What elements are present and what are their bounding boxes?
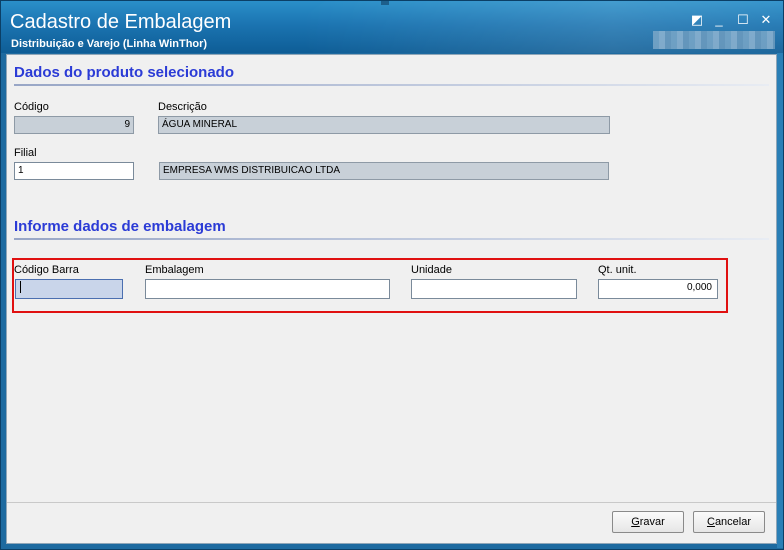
minimize-icon[interactable]: _	[711, 13, 727, 27]
descricao-label: Descrição	[158, 101, 207, 113]
filial-input[interactable]: 1	[14, 162, 134, 180]
title-bar[interactable]: Cadastro de Embalagem Distribuição e Var…	[1, 1, 783, 53]
section-title-embalagem: Informe dados de embalagem	[14, 218, 226, 235]
text-cursor	[20, 281, 21, 294]
redacted-info	[653, 31, 775, 49]
section-divider	[14, 238, 769, 240]
embalagem-input[interactable]	[145, 279, 390, 299]
window-edge	[777, 53, 783, 548]
filial-label: Filial	[14, 147, 37, 159]
title-grip	[381, 1, 389, 5]
section-divider	[14, 84, 769, 86]
cancelar-button[interactable]: Cancelar	[693, 511, 765, 533]
gravar-button[interactable]: Gravar	[612, 511, 684, 533]
section-title-produto: Dados do produto selecionado	[14, 64, 235, 81]
codigo-label: Código	[14, 101, 49, 113]
restore-icon[interactable]: ◩	[689, 13, 705, 27]
window-title: Cadastro de Embalagem	[10, 11, 232, 33]
codigo-barra-label: Código Barra	[14, 264, 79, 276]
codigo-field: 9	[14, 116, 134, 134]
cancelar-mnemonic: C	[706, 516, 715, 528]
unidade-input[interactable]	[411, 279, 577, 299]
qt-unit-input[interactable]: 0,000	[598, 279, 718, 299]
footer-divider	[7, 502, 776, 503]
gravar-mnemonic: G	[631, 516, 640, 528]
unidade-label: Unidade	[411, 264, 452, 276]
embalagem-label: Embalagem	[145, 264, 204, 276]
form-panel: Dados do produto selecionado Código 9 De…	[6, 54, 777, 544]
window-subtitle: Distribuição e Varejo (Linha WinThor)	[11, 38, 208, 50]
descricao-field: ÁGUA MINERAL	[158, 116, 610, 134]
close-icon[interactable]: ✕	[758, 13, 774, 27]
app-window: Cadastro de Embalagem Distribuição e Var…	[0, 0, 784, 550]
maximize-icon[interactable]: ☐	[735, 13, 751, 27]
cancelar-label: ancelar	[714, 516, 752, 528]
gravar-label: ravar	[639, 516, 665, 528]
filial-name-field: EMPRESA WMS DISTRIBUICAO LTDA	[159, 162, 609, 180]
qt-unit-label: Qt. unit.	[598, 264, 637, 276]
codigo-barra-input[interactable]	[15, 279, 123, 299]
